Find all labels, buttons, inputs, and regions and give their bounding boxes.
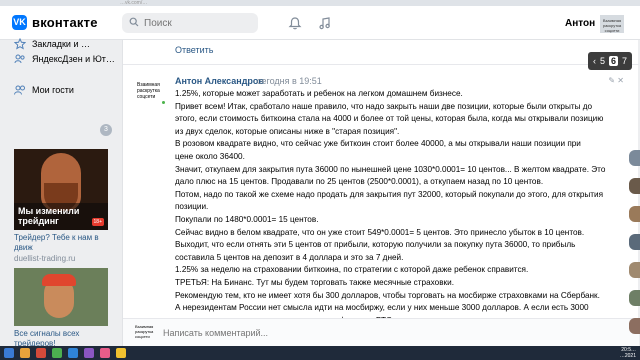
comment-input[interactable] bbox=[163, 325, 583, 341]
comment-line: Привет всем! Итак, сработало наше правил… bbox=[175, 101, 593, 111]
sidebar-item-my-guests[interactable]: Мои гости bbox=[14, 84, 74, 96]
avatar[interactable] bbox=[629, 150, 640, 166]
ad-banner-trading[interactable]: Мы изменили трейдинг 18+ bbox=[14, 149, 108, 230]
ad-banner-signals[interactable] bbox=[14, 268, 108, 326]
comment-time[interactable]: сегодня в 19:51 bbox=[257, 76, 322, 86]
comment-line: 1.25% за неделю на страховании биткоина,… bbox=[175, 265, 529, 275]
comment-line: этого, если стоимость биткоина стала на … bbox=[175, 114, 604, 124]
top-header: VK вконтакте Антон Взаимная раскрутка со… bbox=[0, 6, 640, 40]
comment-line: ТРЕТЬЯ: На Бинанс. Тут мы будем торговат… bbox=[175, 277, 454, 287]
app-icon[interactable] bbox=[116, 348, 126, 358]
comment-line: позиции. bbox=[175, 202, 209, 212]
avatar[interactable] bbox=[629, 318, 640, 334]
sidebar-item-label: ЯндексДзен и Ют… bbox=[32, 54, 115, 64]
taskbar-clock[interactable]: 20:5… …2021 bbox=[620, 347, 636, 359]
logo-text: вконтакте bbox=[32, 15, 98, 30]
comment-line: из двух сделок, которые описаны ниже в "… bbox=[175, 126, 400, 136]
online-indicator bbox=[161, 100, 166, 105]
search-icon bbox=[129, 17, 139, 27]
avatar[interactable] bbox=[629, 262, 640, 278]
comment-line: Рекомендую тем, кто не имеет хотя бы 300… bbox=[175, 290, 600, 300]
comment-line: Значит, откупаем для закрытия пута 36000… bbox=[175, 164, 606, 174]
comment-composer: Взаимная раскрутка соцсети bbox=[123, 318, 639, 346]
comments-panel: Ответить Взаимная раскрутка соцсети Анто… bbox=[122, 40, 639, 346]
left-sidebar: Закладки и … ЯндексДзен и Ют… Мои гости … bbox=[0, 38, 120, 348]
divider bbox=[123, 64, 639, 65]
sidebar-item-label: Мои гости bbox=[32, 85, 74, 95]
comment-line: дало плюс на 15 центов. Продавали по 25 … bbox=[175, 177, 544, 187]
age-rating-badge: 18+ bbox=[91, 218, 104, 226]
pager-current[interactable]: 6 bbox=[608, 56, 618, 66]
vk-logo-icon: VK bbox=[12, 15, 27, 30]
music-icon[interactable] bbox=[318, 16, 332, 30]
guests-count-badge: 3 bbox=[100, 124, 112, 136]
right-avatar-strip bbox=[629, 150, 640, 346]
comment-text: 1.25%, которые может заработать и ребено… bbox=[175, 88, 629, 327]
explorer-icon[interactable] bbox=[20, 348, 30, 358]
app-icon[interactable] bbox=[100, 348, 110, 358]
comment-line: Выходит, что если отнять эти 5 центов от… bbox=[175, 240, 576, 250]
pager-next[interactable]: 7 bbox=[622, 56, 627, 66]
comment-actions[interactable]: ✎ ✕ bbox=[608, 76, 624, 85]
os-taskbar: 20:5… …2021 bbox=[0, 346, 640, 360]
sidebar-item-bookmarks[interactable]: Закладки и … bbox=[14, 38, 90, 50]
comment-line: В розовом квадрате видно, что сейчас уже… bbox=[175, 139, 581, 149]
composer-avatar: Взаимная раскрутка соцсети bbox=[135, 324, 154, 339]
search-box[interactable] bbox=[122, 13, 258, 33]
pager-prev-arrow-icon[interactable]: ‹ bbox=[593, 56, 596, 66]
ad-source[interactable]: duellist-trading.ru bbox=[14, 254, 75, 263]
comment-line: Покупали по 1480*0.0001= 15 центов. bbox=[175, 214, 319, 224]
comment-line: Потом, надо по такой же схеме надо прода… bbox=[175, 189, 604, 199]
start-icon[interactable] bbox=[4, 348, 14, 358]
avatar[interactable] bbox=[629, 178, 640, 194]
avatar[interactable] bbox=[629, 206, 640, 222]
pager-prev[interactable]: 5 bbox=[600, 56, 605, 66]
group-icon bbox=[14, 54, 25, 64]
user-avatar[interactable]: Взаимная раскрутка соцсети bbox=[600, 15, 624, 33]
sidebar-item-label: Закладки и … bbox=[32, 39, 90, 49]
reply-link[interactable]: Ответить bbox=[175, 45, 213, 55]
comment-line: Сейчас видно в белом квадрате, что он уж… bbox=[175, 227, 585, 237]
avatar[interactable] bbox=[629, 234, 640, 250]
sidebar-item-yandexdzen[interactable]: ЯндексДзен и Ют… bbox=[14, 53, 115, 65]
vk-logo[interactable]: VK вконтакте bbox=[12, 15, 98, 30]
photo-pager[interactable]: ‹ 5 6 7 bbox=[588, 52, 632, 70]
ad-title[interactable]: Трейдер? Тебе к нам в движ bbox=[14, 233, 114, 253]
comment-line: составила 5 центов на депозит в 4 доллар… bbox=[175, 252, 404, 262]
comment-line: цене около 36400. bbox=[175, 151, 245, 161]
comment-author[interactable]: Антон Александров bbox=[175, 76, 264, 86]
clock-date: …2021 bbox=[619, 353, 636, 359]
guests-icon bbox=[14, 85, 25, 95]
comment-line: А нерезидентам России нет смысла идти на… bbox=[175, 303, 589, 313]
ad-person-cap bbox=[42, 274, 76, 286]
app-icon[interactable] bbox=[68, 348, 78, 358]
avatar[interactable] bbox=[629, 290, 640, 306]
browser-icon[interactable] bbox=[36, 348, 46, 358]
bell-icon[interactable] bbox=[288, 16, 302, 30]
comment-avatar[interactable]: Взаимная раскрутка соцсети bbox=[137, 82, 163, 108]
app-icon[interactable] bbox=[52, 348, 62, 358]
user-name[interactable]: Антон bbox=[565, 18, 595, 29]
comment-line: 1.25%, которые может заработать и ребено… bbox=[175, 89, 463, 98]
star-icon bbox=[14, 38, 26, 50]
app-icon[interactable] bbox=[84, 348, 94, 358]
search-input[interactable] bbox=[144, 15, 252, 31]
